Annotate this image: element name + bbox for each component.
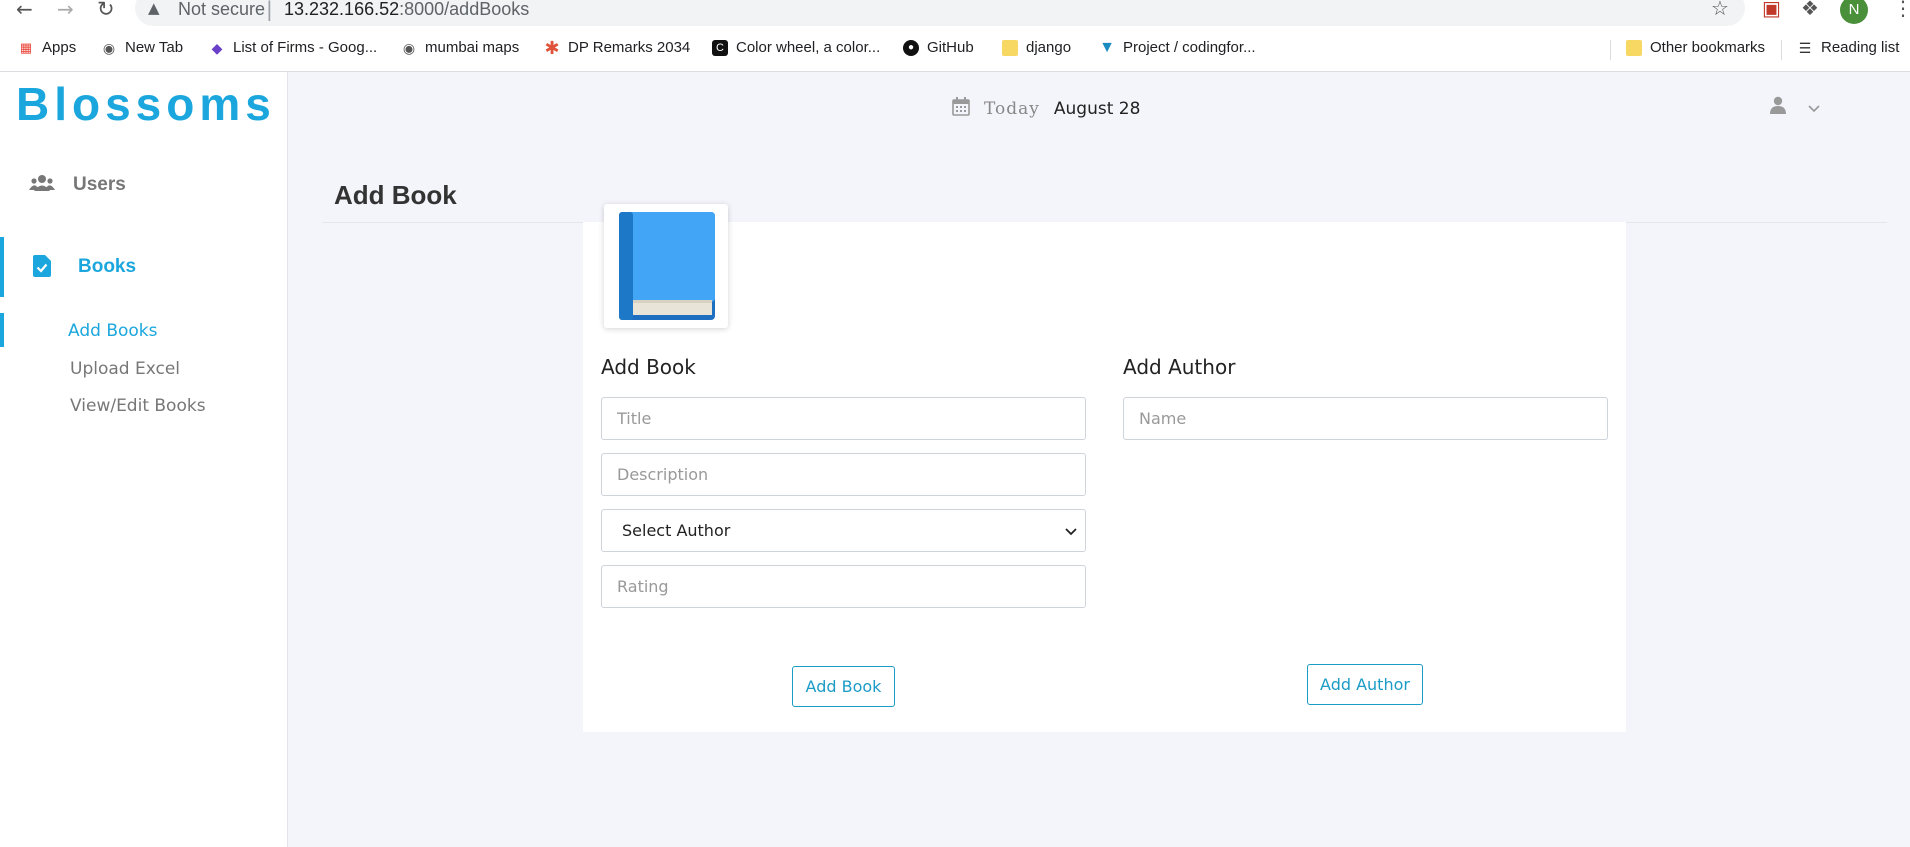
sidebar-item-label: Books xyxy=(78,256,137,277)
sidebar-item-label: Users xyxy=(73,174,126,195)
add-book-button[interactable]: Add Book xyxy=(792,666,895,707)
bookmark-color-wheel[interactable]: C Color wheel, a color... xyxy=(712,39,880,56)
bookmark-label: Project / codingfor... xyxy=(1123,39,1256,56)
apps-grid-icon: ▦ xyxy=(19,39,33,55)
users-icon xyxy=(29,173,55,197)
blue-book-icon xyxy=(604,212,728,332)
address-url[interactable]: 13.232.166.52:8000/addBooks xyxy=(284,0,529,20)
bookmark-django[interactable]: django xyxy=(1002,39,1071,56)
bookmark-label: Apps xyxy=(42,39,77,56)
bookmark-label: GitHub xyxy=(927,39,974,56)
globe-icon: ◉ xyxy=(402,39,416,56)
user-menu[interactable] xyxy=(1770,96,1820,118)
chevron-down-icon xyxy=(1065,521,1077,540)
browser-toolbar: ← → ↻ ▲ Not secure | 13.232.166.52:8000/… xyxy=(0,0,1910,28)
extensions-puzzle-icon[interactable]: ❖ xyxy=(1801,0,1819,20)
security-label[interactable]: Not secure xyxy=(178,0,265,20)
page-title: Add Book xyxy=(334,180,457,210)
bookmark-mumbai-maps[interactable]: ◉ mumbai maps xyxy=(401,39,519,56)
date-value: August 28 xyxy=(1053,98,1141,119)
bookmark-project[interactable]: ▼ Project / codingfor... xyxy=(1099,39,1256,56)
user-icon xyxy=(1770,96,1786,118)
bookmark-other[interactable]: Other bookmarks xyxy=(1626,39,1765,56)
file-check-icon xyxy=(33,255,57,279)
bookmark-label: mumbai maps xyxy=(425,39,520,56)
sidebar-subitem-add-books[interactable]: Add Books xyxy=(68,321,157,341)
bookmark-divider xyxy=(1610,40,1611,60)
author-select[interactable]: Select Author xyxy=(601,509,1086,552)
bookmark-new-tab[interactable]: ◉ New Tab xyxy=(101,39,183,56)
url-path: :8000/addBooks xyxy=(399,0,530,19)
bookmark-label: List of Firms - Goog... xyxy=(233,39,378,56)
color-wheel-icon: C xyxy=(712,39,728,56)
reading-list-icon: ☰ xyxy=(1798,39,1812,56)
author-select-value: Select Author xyxy=(622,521,731,540)
today-date: Today August 28 xyxy=(952,97,1140,120)
bookmark-label: Color wheel, a color... xyxy=(736,39,881,56)
bookmark-label: Other bookmarks xyxy=(1650,39,1766,56)
folder-icon xyxy=(1002,39,1018,56)
address-separator: | xyxy=(266,0,273,21)
active-sub-indicator xyxy=(0,313,4,347)
folder-icon xyxy=(1626,39,1642,56)
asterisk-icon: ✱ xyxy=(544,37,560,58)
sidebar-item-users[interactable]: Users xyxy=(0,155,287,215)
back-arrow-icon[interactable]: ← xyxy=(16,0,33,19)
sidebar-subitem-upload-excel[interactable]: Upload Excel xyxy=(70,359,180,379)
reload-icon[interactable]: ↻ xyxy=(97,0,115,20)
stack-icon: ◆ xyxy=(211,39,223,56)
bookmark-label: DP Remarks 2034 xyxy=(568,39,691,56)
today-label: Today xyxy=(984,98,1040,119)
brand-logo[interactable]: Blossoms xyxy=(16,77,276,131)
add-author-heading: Add Author xyxy=(1123,355,1236,379)
extension-pocket-icon[interactable]: ▣ xyxy=(1762,0,1781,20)
bookmark-github[interactable]: ● GitHub xyxy=(903,39,974,56)
description-input[interactable] xyxy=(601,453,1086,496)
bookmark-divider xyxy=(1781,40,1782,60)
bookmark-dp-remarks[interactable]: ✱ DP Remarks 2034 xyxy=(544,37,691,58)
calendar-icon xyxy=(952,97,970,120)
chevron-down-icon xyxy=(1808,98,1820,117)
github-icon: ● xyxy=(903,39,919,56)
bookmark-label: Reading list xyxy=(1821,39,1900,56)
bookmark-label: New Tab xyxy=(125,39,184,56)
fox-icon: ▼ xyxy=(1099,38,1115,56)
more-menu-icon[interactable]: ⋮ xyxy=(1893,0,1910,20)
title-input[interactable] xyxy=(601,397,1086,440)
bookmark-star-icon[interactable]: ☆ xyxy=(1711,0,1729,20)
book-image xyxy=(604,204,728,328)
url-host: 13.232.166.52 xyxy=(284,0,400,19)
profile-avatar[interactable]: N xyxy=(1840,0,1868,24)
rating-input[interactable] xyxy=(601,565,1086,608)
sidebar-subitem-view-edit-books[interactable]: View/Edit Books xyxy=(70,396,206,416)
warning-triangle-icon[interactable]: ▲ xyxy=(148,0,160,17)
bookmarks-bar: ▦ Apps ◉ New Tab ◆ List of Firms - Goog.… xyxy=(0,28,1910,72)
reading-list[interactable]: ☰ Reading list xyxy=(1797,39,1900,56)
page-header: Add Book xyxy=(322,168,1887,223)
add-book-heading: Add Book xyxy=(601,355,696,379)
sidebar: Blossoms Users Books Add Books Upload Ex… xyxy=(0,72,288,847)
bookmark-apps[interactable]: ▦ Apps xyxy=(18,39,76,56)
sidebar-item-books[interactable]: Books xyxy=(0,237,287,297)
bookmark-list-of-firms[interactable]: ◆ List of Firms - Goog... xyxy=(209,39,378,56)
bookmark-label: django xyxy=(1026,39,1072,56)
forward-arrow-icon[interactable]: → xyxy=(57,0,74,19)
globe-icon: ◉ xyxy=(102,39,116,56)
add-author-button[interactable]: Add Author xyxy=(1307,664,1423,705)
author-name-input[interactable] xyxy=(1123,397,1608,440)
